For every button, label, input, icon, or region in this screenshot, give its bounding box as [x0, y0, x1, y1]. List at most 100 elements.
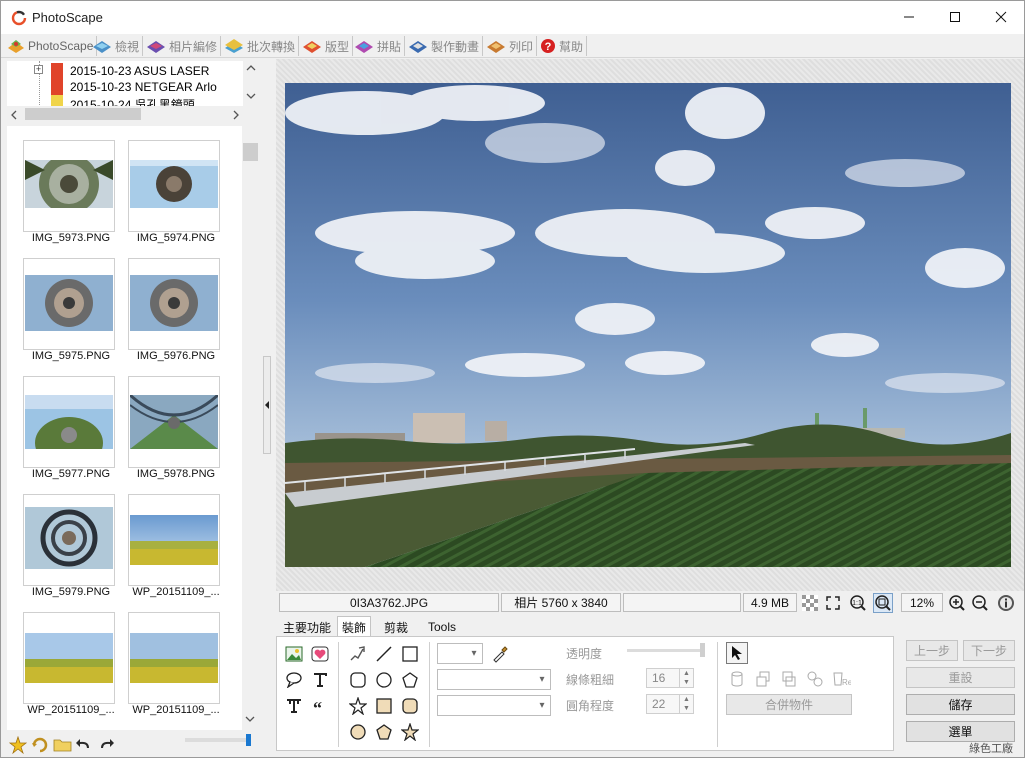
- folder-tree[interactable]: + 2015-10-23 ASUS LASER 2015-10-23 NETGE…: [7, 61, 243, 107]
- fill-style-select[interactable]: ▾: [437, 695, 551, 716]
- opacity-slider-thumb[interactable]: [700, 643, 705, 657]
- corner-radius-stepper[interactable]: 22 ▲ ▼: [646, 694, 694, 714]
- ellipse-tool-icon[interactable]: [373, 669, 395, 691]
- tree-vertical-scrollbar[interactable]: [243, 61, 259, 106]
- thumbnail-item[interactable]: WP_20151109_...: [13, 604, 119, 722]
- refresh-folder-icon[interactable]: [31, 736, 49, 754]
- filled-star-tool-icon[interactable]: [399, 721, 421, 743]
- filled-pentagon-tool-icon[interactable]: [373, 721, 395, 743]
- eyedropper-icon[interactable]: [489, 643, 511, 665]
- thumbnail-item[interactable]: IMG_5977.PNG: [13, 368, 119, 486]
- minimize-button[interactable]: [886, 1, 932, 33]
- thumbnail-frame: [23, 258, 115, 350]
- text-tool-icon[interactable]: [309, 669, 331, 691]
- menu-tab-viewer[interactable]: 檢視: [90, 36, 144, 56]
- tab-tools[interactable]: Tools: [424, 617, 460, 637]
- insert-icon-icon[interactable]: [309, 643, 331, 665]
- actual-size-icon[interactable]: 1:1: [848, 593, 868, 613]
- thumbnail-frame: [23, 376, 115, 468]
- open-folder-icon[interactable]: [53, 736, 73, 754]
- svg-text:“: “: [313, 698, 322, 714]
- thumbnail-size-slider[interactable]: [185, 738, 251, 742]
- opacity-slider[interactable]: [627, 649, 705, 652]
- thumbnail-vertical-scrollbar[interactable]: [242, 126, 259, 730]
- thumbnail-item[interactable]: IMG_5974.PNG: [118, 132, 224, 250]
- scroll-thumb[interactable]: [243, 143, 258, 161]
- pentagon-tool-icon[interactable]: [399, 669, 421, 691]
- scroll-left-icon[interactable]: [11, 110, 17, 120]
- thumbnail-item[interactable]: WP_20151109_...: [118, 604, 224, 722]
- thumbnail-item[interactable]: IMG_5978.PNG: [118, 368, 224, 486]
- maximize-button[interactable]: [932, 1, 978, 33]
- thumbnail-label: IMG_5973.PNG: [31, 232, 111, 244]
- menu-tab-animated-gif[interactable]: 製作動畫: [406, 36, 484, 56]
- collapse-left-icon[interactable]: [264, 401, 270, 409]
- select-arrow-icon[interactable]: [726, 642, 748, 664]
- slider-thumb[interactable]: [246, 734, 251, 746]
- undo-button[interactable]: 上一步: [906, 640, 958, 661]
- zoom-out-icon[interactable]: [970, 593, 990, 613]
- tree-horizontal-scrollbar[interactable]: [7, 106, 243, 122]
- insert-photo-icon[interactable]: [283, 643, 305, 665]
- menu-tab-page[interactable]: 版型: [300, 36, 354, 56]
- thumbnail-item[interactable]: IMG_5973.PNG: [13, 132, 119, 250]
- fit-screen-icon[interactable]: [823, 593, 843, 613]
- merge-objects-button[interactable]: 合併物件: [726, 694, 852, 715]
- filled-ellipse-tool-icon[interactable]: [347, 721, 369, 743]
- back-arrow-icon[interactable]: [75, 736, 93, 754]
- rectangle-tool-icon[interactable]: [399, 643, 421, 665]
- tab-home[interactable]: 主要功能: [279, 617, 335, 637]
- edited-photo[interactable]: [285, 83, 1011, 567]
- image-canvas[interactable]: [276, 59, 1024, 591]
- thumbnail-item[interactable]: WP_20151109_...: [118, 486, 224, 604]
- star-tool-icon[interactable]: [347, 695, 369, 717]
- thumbnail-frame: [128, 376, 220, 468]
- save-button[interactable]: 儲存: [906, 694, 1015, 715]
- rounded-rectangle-tool-icon[interactable]: [347, 669, 369, 691]
- line-style-select[interactable]: ▾: [437, 669, 551, 690]
- scroll-thumb[interactable]: [25, 108, 141, 120]
- tab-decorate[interactable]: 裝飾: [337, 616, 372, 638]
- line-tool-icon[interactable]: [373, 643, 395, 665]
- redo-button[interactable]: 下一步: [963, 640, 1015, 661]
- quote-icon[interactable]: “: [309, 695, 331, 717]
- zoom-in-icon[interactable]: [947, 593, 967, 613]
- tree-item[interactable]: 2015-10-23 NETGEAR Arlo: [7, 79, 243, 95]
- combine-icon: [355, 41, 373, 53]
- transparency-grid-icon[interactable]: [800, 593, 820, 613]
- tab-crop[interactable]: 剪裁: [380, 617, 412, 637]
- scroll-right-icon[interactable]: [233, 110, 239, 120]
- reset-button[interactable]: 重設: [906, 667, 1015, 688]
- zoom-level-display: 12%: [901, 593, 943, 612]
- forward-arrow-icon[interactable]: [97, 736, 115, 754]
- tree-expander-icon[interactable]: +: [34, 65, 43, 74]
- filled-rounded-rectangle-tool-icon[interactable]: [399, 695, 421, 717]
- menu-button[interactable]: 選單: [906, 721, 1015, 742]
- zoom-fit-icon[interactable]: [873, 593, 893, 613]
- menu-tab-print[interactable]: 列印: [484, 36, 538, 56]
- thumbnail-item[interactable]: IMG_5976.PNG: [118, 250, 224, 368]
- line-width-stepper[interactable]: 16 ▲ ▼: [646, 668, 694, 688]
- menu-tab-help[interactable]: ? 幫助: [538, 36, 588, 56]
- brush-tool-icon[interactable]: [347, 643, 369, 665]
- tree-item[interactable]: + 2015-10-23 ASUS LASER: [7, 63, 243, 79]
- thumbnail-item[interactable]: IMG_5975.PNG: [13, 250, 119, 368]
- favorite-star-icon[interactable]: [9, 736, 27, 754]
- stepper-arrows-icon[interactable]: ▲ ▼: [679, 669, 693, 687]
- menu-tab-combine[interactable]: 拼貼: [352, 36, 406, 56]
- speech-balloon-icon[interactable]: [283, 669, 305, 691]
- styled-text-icon[interactable]: [283, 695, 305, 717]
- color-picker-combo[interactable]: ▾: [437, 643, 483, 664]
- image-info-icon[interactable]: [996, 593, 1016, 613]
- scroll-down-icon[interactable]: [245, 716, 255, 722]
- stepper-arrows-icon[interactable]: ▲ ▼: [679, 695, 693, 713]
- scroll-up-icon[interactable]: [246, 65, 256, 71]
- filled-rectangle-tool-icon[interactable]: [373, 695, 395, 717]
- panel-splitter[interactable]: [261, 58, 275, 757]
- menu-tab-photoscape[interactable]: PhotoScape: [5, 36, 98, 56]
- menu-tab-batch[interactable]: 批次轉換: [222, 36, 300, 56]
- scroll-down-icon[interactable]: [246, 93, 256, 99]
- thumbnail-item[interactable]: IMG_5979.PNG: [13, 486, 119, 604]
- close-button[interactable]: [978, 1, 1024, 33]
- menu-tab-editor[interactable]: 相片編修: [144, 36, 222, 56]
